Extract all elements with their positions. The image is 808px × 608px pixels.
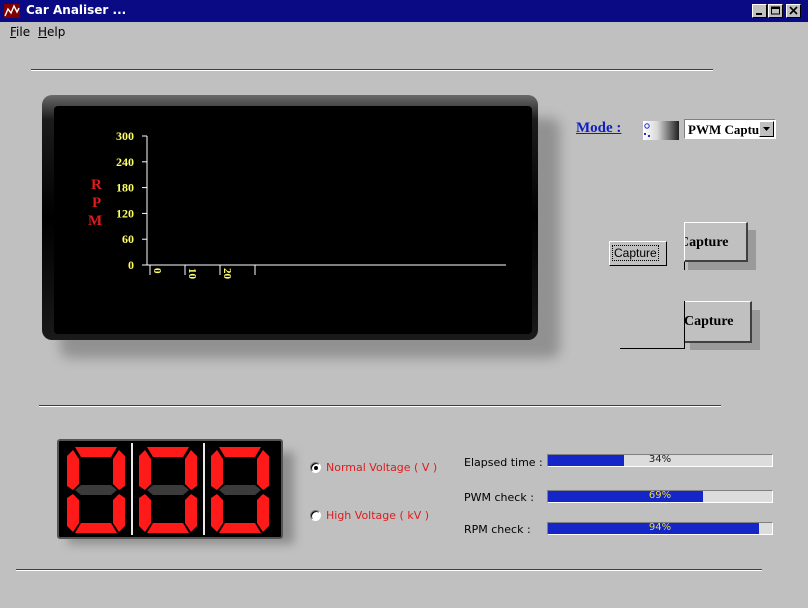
segment-g: [147, 485, 189, 495]
segment-d: [147, 523, 189, 533]
elapsed-time-progress: 34%: [547, 454, 773, 467]
y-tick-label: 240: [116, 155, 134, 169]
segment-c: [185, 494, 197, 532]
mode-dropdown-button[interactable]: [759, 121, 774, 137]
seven-segment-digit-icon: [67, 447, 125, 533]
x-tick-label: 20: [221, 268, 233, 280]
capture-button-top-label: Capture: [685, 235, 729, 250]
radio-normal-voltage-dot[interactable]: [310, 462, 321, 473]
capture-button-bottom[interactable]: Capture: [684, 301, 752, 343]
segment-a: [219, 447, 261, 457]
segment-f: [211, 450, 223, 490]
rpm-check-progress: 94%: [547, 522, 773, 535]
segment-a: [75, 447, 117, 457]
pwm-check-label: PWM check :: [464, 491, 534, 504]
segment-d: [219, 523, 261, 533]
seven-segment-display: [57, 439, 283, 539]
pwm-check-progress: 69%: [547, 490, 773, 503]
chevron-down-icon: [763, 127, 770, 131]
frame-line: [684, 262, 685, 270]
radio-normal-voltage[interactable]: Normal Voltage ( V ): [310, 461, 440, 477]
segment-e: [139, 494, 151, 532]
mode-select-value: PWM Capture: [688, 122, 760, 137]
segment-b: [257, 450, 269, 490]
digit-2: [133, 443, 203, 537]
segment-b: [113, 450, 125, 490]
digit-3: [205, 443, 275, 537]
radio-normal-voltage-label: Normal Voltage ( V ): [326, 461, 438, 474]
frame-line-vertical: [684, 301, 685, 349]
y-tick-label: 60: [122, 232, 134, 246]
mode-label[interactable]: Mode :: [576, 120, 621, 137]
mode-glyph-icon: [644, 123, 650, 137]
pwm-check-text: 69%: [648, 490, 672, 501]
mode-select[interactable]: PWM Capture: [684, 119, 776, 139]
elapsed-time-text: 34%: [648, 454, 672, 465]
segment-g: [219, 485, 261, 495]
segment-c: [113, 494, 125, 532]
segment-g: [75, 485, 117, 495]
elapsed-time-label: Elapsed time :: [464, 456, 543, 469]
segment-f: [139, 450, 151, 490]
capture-button-bottom-label: Capture: [684, 314, 734, 329]
capture-button-ghost-label: Capture: [612, 245, 659, 261]
mode-gradient-icon: [643, 121, 679, 140]
radio-high-voltage-label: High Voltage ( kV ): [326, 509, 430, 522]
segment-f: [67, 450, 79, 490]
seven-segment-digit-icon: [211, 447, 269, 533]
x-tick-label: 0: [151, 268, 163, 274]
rpm-check-label: RPM check :: [464, 523, 531, 536]
capture-button-top[interactable]: Capture: [684, 222, 748, 262]
segment-d: [75, 523, 117, 533]
capture-button-ghost[interactable]: Capture: [609, 241, 667, 266]
segment-e: [211, 494, 223, 532]
app-window: Car Analiser ... File Help R P M 0 60 120 1…: [0, 0, 808, 608]
y-tick-label: 300: [116, 129, 134, 143]
rpm-check-text: 94%: [648, 522, 672, 533]
y-tick-label: 120: [116, 206, 134, 220]
radio-high-voltage-dot[interactable]: [310, 510, 321, 521]
frame-line-bottom: [620, 348, 685, 349]
radio-high-voltage[interactable]: High Voltage ( kV ): [310, 509, 440, 525]
seven-segment-digit-icon: [139, 447, 197, 533]
segment-a: [147, 447, 189, 457]
x-tick-label: 10: [186, 268, 198, 280]
y-tick-label: 0: [128, 258, 134, 272]
segment-b: [185, 450, 197, 490]
segment-e: [67, 494, 79, 532]
y-tick-label: 180: [116, 181, 134, 195]
digit-1: [61, 443, 131, 537]
segment-c: [257, 494, 269, 532]
